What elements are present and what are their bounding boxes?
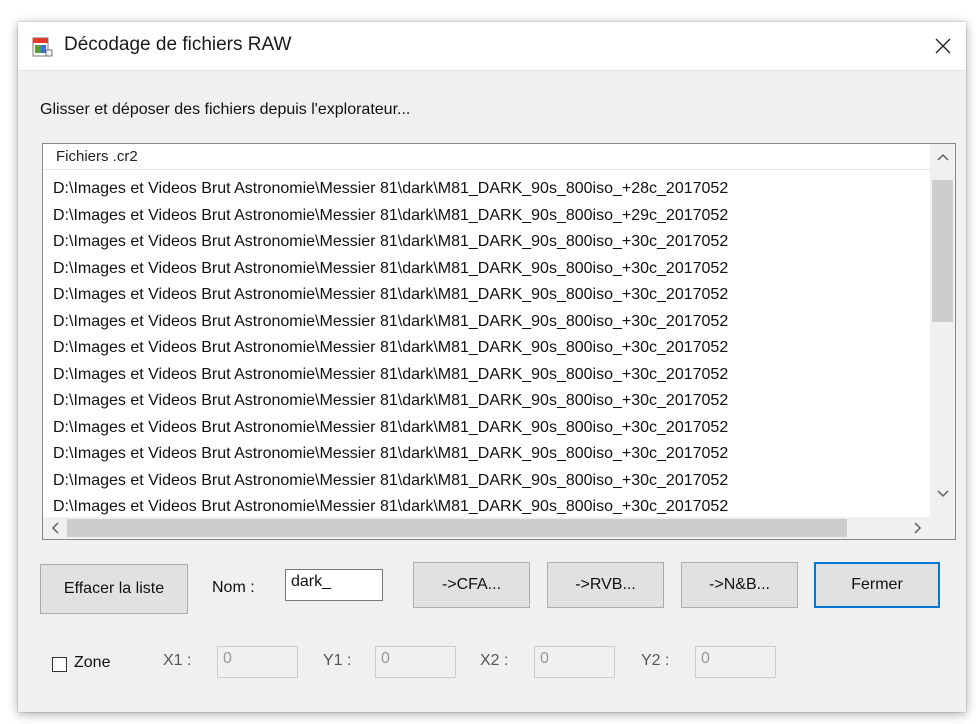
- file-list[interactable]: Fichiers .cr2 D:\Images et Videos Brut A…: [42, 143, 956, 540]
- vertical-scroll-thumb[interactable]: [932, 180, 953, 322]
- scroll-down-button[interactable]: [930, 481, 955, 506]
- chevron-up-icon: [936, 153, 949, 161]
- close-button[interactable]: Fermer: [814, 562, 940, 608]
- column-header-label: Fichiers .cr2: [56, 148, 138, 165]
- to-cfa-button[interactable]: ->CFA...: [413, 562, 530, 608]
- list-column-header[interactable]: Fichiers .cr2: [43, 144, 930, 170]
- x1-label: X1 :: [163, 652, 192, 669]
- list-item[interactable]: D:\Images et Videos Brut Astronomie\Mess…: [43, 335, 930, 362]
- to-nb-button[interactable]: ->N&B...: [681, 562, 798, 608]
- chevron-right-icon: [914, 522, 922, 534]
- close-icon: [935, 38, 951, 54]
- title-bar: Décodage de fichiers RAW: [18, 22, 966, 71]
- x1-input[interactable]: 0: [217, 646, 298, 678]
- file-list-body[interactable]: D:\Images et Videos Brut Astronomie\Mess…: [43, 176, 930, 518]
- window-title: Décodage de fichiers RAW: [64, 34, 292, 55]
- y1-input[interactable]: 0: [375, 646, 456, 678]
- close-window-button[interactable]: [920, 22, 966, 70]
- list-item[interactable]: D:\Images et Videos Brut Astronomie\Mess…: [43, 203, 930, 230]
- list-item[interactable]: D:\Images et Videos Brut Astronomie\Mess…: [43, 388, 930, 415]
- y1-label: Y1 :: [323, 652, 352, 669]
- list-item[interactable]: D:\Images et Videos Brut Astronomie\Mess…: [43, 362, 930, 389]
- zone-checkbox[interactable]: [52, 657, 67, 672]
- list-item[interactable]: D:\Images et Videos Brut Astronomie\Mess…: [43, 309, 930, 336]
- scroll-right-button[interactable]: [906, 517, 930, 539]
- y1-input-value: 0: [381, 650, 390, 667]
- list-item[interactable]: D:\Images et Videos Brut Astronomie\Mess…: [43, 256, 930, 283]
- list-item[interactable]: D:\Images et Videos Brut Astronomie\Mess…: [43, 441, 930, 468]
- horizontal-scrollbar[interactable]: [43, 517, 930, 539]
- list-item[interactable]: D:\Images et Videos Brut Astronomie\Mess…: [43, 176, 930, 203]
- list-item[interactable]: D:\Images et Videos Brut Astronomie\Mess…: [43, 468, 930, 495]
- y2-input[interactable]: 0: [695, 646, 776, 678]
- raw-decoding-dialog: Décodage de fichiers RAW Glisser et dépo…: [18, 22, 966, 712]
- list-item[interactable]: D:\Images et Videos Brut Astronomie\Mess…: [43, 282, 930, 309]
- chevron-down-icon: [936, 489, 949, 497]
- clear-list-button[interactable]: Effacer la liste: [40, 564, 188, 614]
- drag-drop-instruction: Glisser et déposer des fichiers depuis l…: [40, 101, 411, 118]
- to-rvb-button[interactable]: ->RVB...: [547, 562, 664, 608]
- zone-label: Zone: [74, 654, 111, 671]
- chevron-left-icon: [51, 522, 59, 534]
- scroll-left-button[interactable]: [43, 517, 67, 539]
- horizontal-scroll-thumb[interactable]: [67, 519, 847, 537]
- y2-input-value: 0: [701, 650, 710, 667]
- name-label: Nom :: [212, 579, 255, 596]
- list-item[interactable]: D:\Images et Videos Brut Astronomie\Mess…: [43, 415, 930, 442]
- x2-input[interactable]: 0: [534, 646, 615, 678]
- scrollbar-corner: [930, 517, 955, 539]
- vertical-scrollbar[interactable]: [930, 144, 955, 518]
- x2-label: X2 :: [480, 652, 509, 669]
- name-input[interactable]: dark_: [285, 569, 383, 601]
- list-item[interactable]: D:\Images et Videos Brut Astronomie\Mess…: [43, 229, 930, 256]
- x2-input-value: 0: [540, 650, 549, 667]
- raw-file-app-icon: [32, 37, 53, 57]
- list-item[interactable]: D:\Images et Videos Brut Astronomie\Mess…: [43, 494, 930, 518]
- name-input-value: dark_: [291, 573, 332, 590]
- x1-input-value: 0: [223, 650, 232, 667]
- scroll-up-button[interactable]: [930, 144, 955, 169]
- y2-label: Y2 :: [641, 652, 670, 669]
